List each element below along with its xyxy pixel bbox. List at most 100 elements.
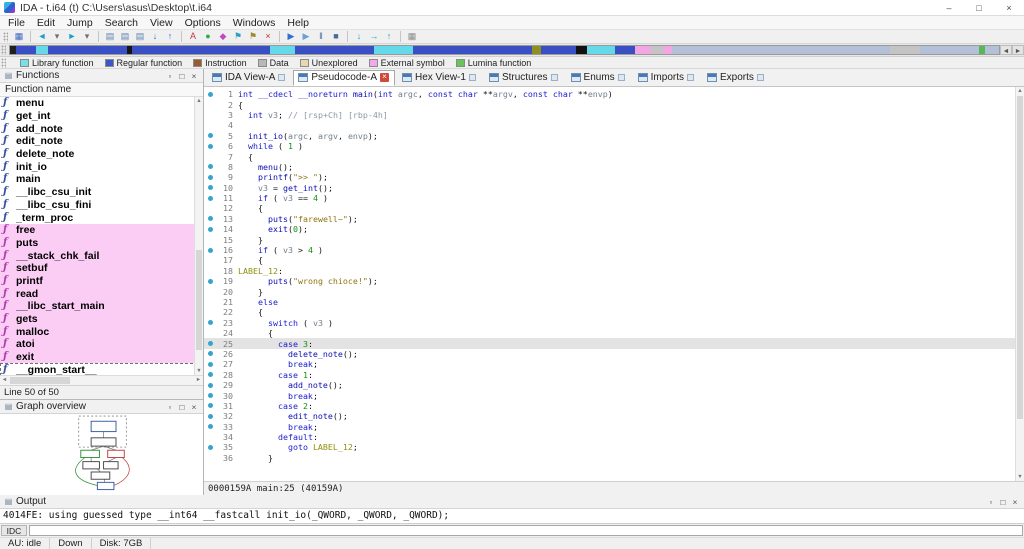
close-tab-icon[interactable]: × — [380, 73, 389, 82]
code-line[interactable]: 13 puts("farewell~"); — [204, 214, 1024, 224]
pseudocode-view[interactable]: 1 int __cdecl __noreturn main(int argc, c… — [204, 87, 1024, 481]
code-line[interactable]: 1 int __cdecl __noreturn main(int argc, c… — [204, 89, 1024, 99]
function-row-gmon-start[interactable]: ƒ __gmon_start__ — [0, 363, 203, 375]
code-line[interactable]: 32 edit_note(); — [204, 411, 1024, 421]
flag-cyan-icon[interactable]: ⚑ — [231, 30, 245, 43]
scrollbar-thumb[interactable] — [10, 377, 70, 384]
code-line[interactable]: 19 puts("wrong chioce!"); — [204, 276, 1024, 286]
code-line[interactable]: 29 add_note(); — [204, 380, 1024, 390]
function-row-libc-csu-init[interactable]: ƒ __libc_csu_init — [0, 186, 203, 199]
code-line[interactable]: 4 — [204, 120, 1024, 130]
graph-maximize-icon[interactable]: □ — [176, 402, 188, 412]
function-row-stack-chk-fail[interactable]: ƒ __stack_chk_fail — [0, 249, 203, 262]
output-log[interactable]: 4014FE: using guessed type __int64 __fas… — [0, 509, 1024, 524]
jump-function-icon[interactable]: ▤ — [133, 30, 147, 43]
menu-item-search[interactable]: Search — [99, 17, 144, 29]
functions-maximize-icon[interactable]: □ — [176, 71, 188, 81]
menu-item-windows[interactable]: Windows — [227, 17, 282, 29]
tab-hex-view-1[interactable]: Hex View-1 — [397, 70, 482, 86]
functions-close-icon[interactable]: × — [188, 71, 200, 81]
code-line[interactable]: 33 break; — [204, 422, 1024, 432]
command-line-input[interactable] — [29, 525, 1023, 536]
function-row-atoi[interactable]: ƒ atoi — [0, 338, 203, 351]
menu-item-edit[interactable]: Edit — [31, 17, 61, 29]
maximize-button[interactable]: □ — [964, 0, 994, 16]
function-row-malloc[interactable]: ƒ malloc — [0, 325, 203, 339]
navband-scroll-right-icon[interactable]: ► — [1012, 45, 1024, 55]
tab-enums[interactable]: Enums — [566, 70, 631, 86]
function-row-free[interactable]: ƒ free — [0, 223, 203, 237]
scroll-left-icon[interactable]: ◄ — [0, 376, 9, 385]
code-line[interactable]: 27 break; — [204, 359, 1024, 369]
code-line[interactable]: 34 default: — [204, 432, 1024, 442]
code-line[interactable]: 23 switch ( v3 ) — [204, 318, 1024, 328]
function-row-get-int[interactable]: ƒ get_int — [0, 110, 203, 123]
debugger-attach-icon[interactable]: ▶ — [299, 30, 313, 43]
functions-vertical-scrollbar[interactable]: ▲ ▼ — [194, 97, 203, 375]
function-row-read[interactable]: ƒ read — [0, 287, 203, 300]
run-until-return-icon[interactable]: ↑ — [382, 30, 396, 43]
function-row-puts[interactable]: ƒ puts — [0, 236, 203, 250]
function-row-printf[interactable]: ƒ printf — [0, 274, 203, 288]
navband-scroll-left-icon[interactable]: ◄ — [1000, 45, 1012, 55]
output-maximize-icon[interactable]: □ — [997, 497, 1009, 507]
jump-prev-icon[interactable]: ↑ — [163, 30, 177, 43]
function-row-term-proc[interactable]: ƒ _term_proc — [0, 211, 203, 224]
function-name-column-header[interactable]: Function name — [0, 83, 203, 97]
graph-close-icon[interactable]: × — [188, 402, 200, 412]
function-row-add-note[interactable]: ƒ add_note — [0, 122, 203, 135]
step-into-icon[interactable]: ↓ — [352, 30, 366, 43]
scrollbar-thumb[interactable] — [1017, 96, 1023, 420]
code-line[interactable]: 28 case 1: — [204, 370, 1024, 380]
output-float-icon[interactable]: ▫ — [985, 497, 997, 507]
code-line[interactable]: 26 delete_note(); — [204, 349, 1024, 359]
code-line[interactable]: 10 v3 = get_int(); — [204, 183, 1024, 193]
nav-forward-menu-icon[interactable]: ▾ — [80, 30, 94, 43]
code-line[interactable]: 16 if ( v3 > 4 ) — [204, 245, 1024, 255]
code-line[interactable]: 22 { — [204, 307, 1024, 317]
tab-exports[interactable]: Exports — [702, 70, 770, 86]
code-line[interactable]: 11 if ( v3 == 4 ) — [204, 193, 1024, 203]
code-line[interactable]: 24 { — [204, 328, 1024, 338]
jump-next-icon[interactable]: ↓ — [148, 30, 162, 43]
code-line[interactable]: 21 else — [204, 297, 1024, 307]
code-line[interactable]: 17 { — [204, 255, 1024, 265]
jump-address-icon[interactable]: ▤ — [103, 30, 117, 43]
scroll-right-icon[interactable]: ► — [194, 376, 203, 385]
debugger-start-icon[interactable]: ▶ — [284, 30, 298, 43]
code-line[interactable]: 15 } — [204, 234, 1024, 245]
tab-structures[interactable]: Structures — [484, 70, 564, 86]
tab-ida-view-a[interactable]: IDA View-A — [207, 70, 291, 86]
legend-grip-icon[interactable] — [1, 57, 6, 68]
function-row-edit-note[interactable]: ƒ edit_note — [0, 135, 203, 148]
close-view-icon[interactable]: × — [261, 30, 275, 43]
debugger-stop-icon[interactable]: ■ — [329, 30, 343, 43]
code-line[interactable]: 30 break; — [204, 390, 1024, 401]
save-database-icon[interactable]: ▦ — [12, 30, 26, 43]
code-line[interactable]: 25 case 3: — [204, 338, 1024, 349]
functions-horizontal-scrollbar[interactable]: ◄ ► — [0, 375, 203, 385]
scrollbar-thumb[interactable] — [196, 249, 202, 350]
function-row-init-io[interactable]: ƒ init_io — [0, 160, 203, 173]
demangle-icon[interactable]: ◆ — [216, 30, 230, 43]
function-row-libc-start-main[interactable]: ƒ __libc_start_main — [0, 300, 203, 313]
code-line[interactable]: 20 } — [204, 286, 1024, 297]
code-line[interactable]: 18 LABEL_12: — [204, 266, 1024, 276]
functions-float-icon[interactable]: ▫ — [164, 71, 176, 81]
code-vertical-scrollbar[interactable]: ▲ ▼ — [1015, 87, 1024, 481]
code-line[interactable]: 3 int v3; // [rsp+Ch] [rbp-4h] — [204, 110, 1024, 120]
close-button[interactable]: × — [994, 0, 1024, 16]
navband-strip[interactable] — [9, 45, 1000, 55]
graph-overview-canvas[interactable] — [0, 414, 203, 499]
code-line[interactable]: 9 printf(">> "); — [204, 172, 1024, 182]
menu-item-jump[interactable]: Jump — [61, 17, 99, 29]
nav-back-menu-icon[interactable]: ▾ — [50, 30, 64, 43]
minimize-button[interactable]: – — [934, 0, 964, 16]
function-row-setbuf[interactable]: ƒ setbuf — [0, 261, 203, 275]
debugger-pause-icon[interactable]: ‖ — [314, 30, 328, 43]
function-row-delete-note[interactable]: ƒ delete_note — [0, 148, 203, 161]
code-line[interactable]: 5 init_io(argc, argv, envp); — [204, 131, 1024, 141]
code-line[interactable]: 2{ — [204, 99, 1024, 110]
tab-imports[interactable]: Imports — [633, 70, 700, 86]
code-line[interactable]: 31 case 2: — [204, 401, 1024, 411]
